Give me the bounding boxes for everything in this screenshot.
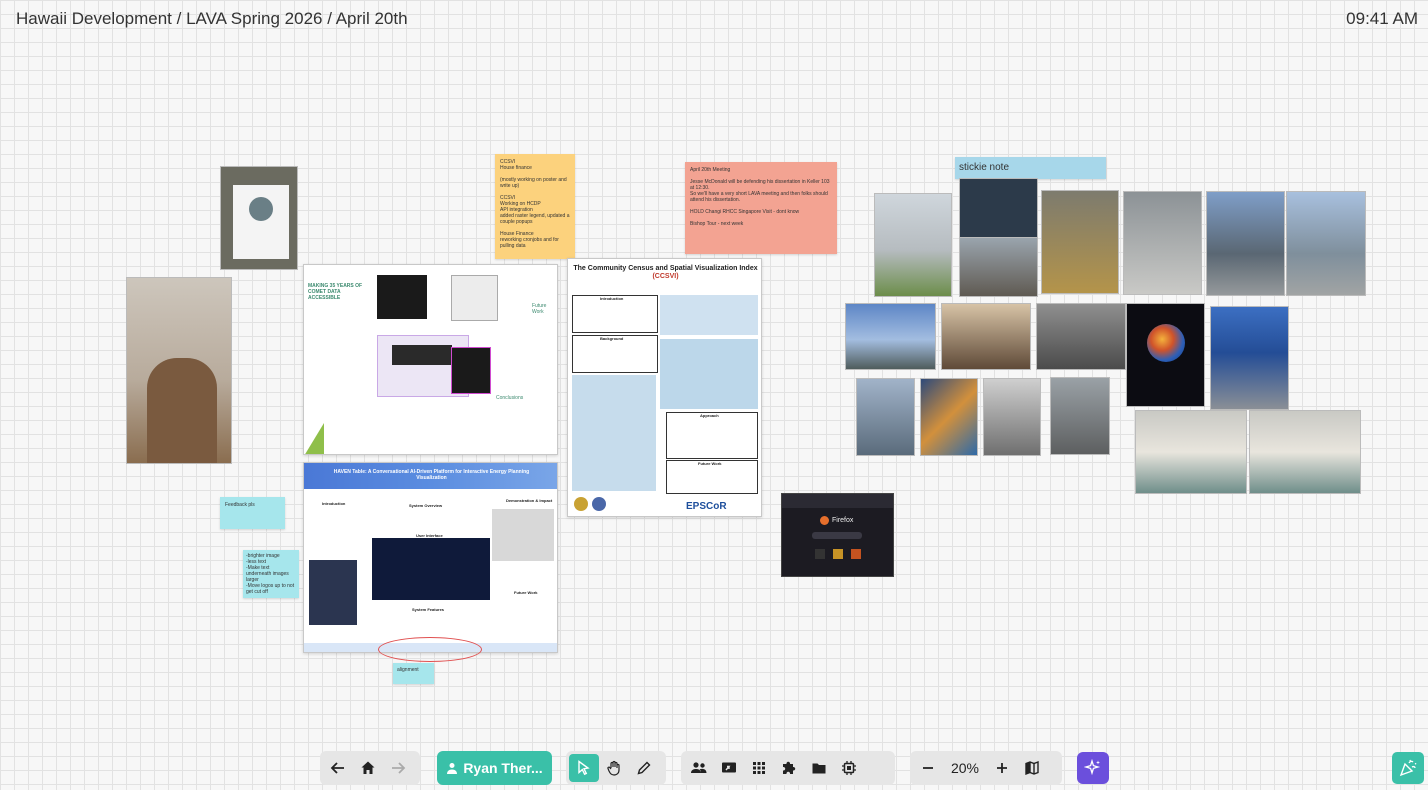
back-button[interactable] xyxy=(323,754,353,782)
apps-toolbar xyxy=(681,751,895,785)
minus-icon xyxy=(923,767,933,769)
sticky-note-alignment[interactable]: alignment xyxy=(393,663,434,684)
photo-table-display[interactable] xyxy=(1050,377,1110,455)
screen-share-icon xyxy=(722,762,736,773)
ai-assistant-button[interactable] xyxy=(1077,752,1109,784)
poster-haven-demonstration: Demonstration & Impact xyxy=(506,498,553,503)
arrow-left-icon xyxy=(330,762,344,774)
sparkle-icon xyxy=(1084,759,1101,776)
home-button[interactable] xyxy=(353,754,383,782)
clock: 09:41 AM xyxy=(1346,9,1418,28)
photo-wall-gesture[interactable] xyxy=(126,277,232,464)
poster-ccsvi-title-main: The Community Census and Spatial Visuali… xyxy=(573,265,758,272)
poster-haven-future-work: Future Work xyxy=(514,590,538,595)
photo-bus-stop-2[interactable] xyxy=(1249,410,1361,494)
photo-hallway[interactable] xyxy=(983,378,1041,456)
header-bar: Hawaii Development / LAVA Spring 2026 / … xyxy=(0,0,1428,38)
poster-ccsvi-approach: Approach xyxy=(700,413,719,418)
photo-campus-sky[interactable] xyxy=(845,303,936,370)
poster-ccsvi-title: The Community Census and Spatial Visuali… xyxy=(572,265,759,281)
zoom-in-button[interactable] xyxy=(987,754,1017,782)
cursor-icon xyxy=(578,760,590,776)
arrow-right-icon xyxy=(392,762,406,774)
grid-icon xyxy=(753,762,765,774)
photo-display-room[interactable] xyxy=(856,378,915,456)
poster-comet-data[interactable]: MAKING 35 YEARS OF COMET DATA ACCESSIBLE… xyxy=(303,264,558,455)
poster-haven-system-overview: System Overview xyxy=(409,503,443,508)
pencil-icon xyxy=(637,761,651,775)
photo-exhibit-hall[interactable] xyxy=(1036,303,1126,370)
poster-ccsvi-introduction: Introduction xyxy=(600,296,624,301)
photo-jar-specimen-2[interactable] xyxy=(1123,191,1202,295)
sticky-note-stickie[interactable]: stickie note xyxy=(955,157,1106,179)
poster-ccsvi-background: Background xyxy=(600,336,624,341)
photo-jar-specimen-1[interactable] xyxy=(1041,190,1119,294)
user-icon xyxy=(447,763,458,774)
poster-haven-title: HAVEN Table: A Conversational AI-Driven … xyxy=(333,469,530,481)
hand-icon xyxy=(607,760,620,776)
user-menu-button[interactable]: Ryan Ther... xyxy=(437,751,552,785)
puzzle-icon xyxy=(783,761,796,774)
zoom-level: 20% xyxy=(950,760,980,776)
select-tool-button[interactable] xyxy=(569,754,599,782)
annotation-logo-circle[interactable] xyxy=(378,637,482,662)
pen-tool-button[interactable] xyxy=(629,754,659,782)
poster-ccsvi-title-abbr: (CCSVI) xyxy=(652,273,679,280)
map-icon xyxy=(1025,760,1039,776)
sticky-note-meeting[interactable]: April 20th Meeting Jesse McDonald will b… xyxy=(685,162,837,254)
photo-modern-building-2[interactable] xyxy=(1286,191,1366,296)
party-popper-icon xyxy=(1399,759,1417,777)
minimap-button[interactable] xyxy=(1017,754,1047,782)
breadcrumb[interactable]: Hawaii Development / LAVA Spring 2026 / … xyxy=(16,9,408,29)
poster-ccsvi[interactable]: The Community Census and Spatial Visuali… xyxy=(567,258,762,517)
browser-window-firefox[interactable]: Firefox xyxy=(781,493,894,577)
photo-globe-display[interactable] xyxy=(1126,303,1205,407)
poster-haven-system-features: System Features xyxy=(412,607,445,612)
photo-office-space[interactable] xyxy=(959,237,1038,297)
tool-toolbar xyxy=(566,751,666,785)
celebrate-button[interactable] xyxy=(1392,752,1424,784)
compute-button[interactable] xyxy=(834,754,864,782)
home-icon xyxy=(361,761,375,774)
screen-share-button[interactable] xyxy=(714,754,744,782)
apps-button[interactable] xyxy=(744,754,774,782)
sticky-note-improvements[interactable]: -brighter image -less text -Make text un… xyxy=(243,550,299,598)
poster-ccsvi-future-work: Future Work xyxy=(698,461,722,466)
folder-icon xyxy=(812,763,826,774)
nav-toolbar xyxy=(320,751,420,785)
photo-bus-stop-1[interactable] xyxy=(1135,410,1247,494)
user-name: Ryan Ther... xyxy=(463,760,543,776)
pan-tool-button[interactable] xyxy=(599,754,629,782)
poster-comet-title: MAKING 35 YEARS OF COMET DATA ACCESSIBLE xyxy=(308,283,363,301)
photo-video-wall[interactable] xyxy=(1210,306,1289,410)
photo-lab-room[interactable] xyxy=(941,303,1031,370)
people-icon xyxy=(691,762,707,773)
photo-harbor-building[interactable] xyxy=(874,193,952,297)
photo-poster-holder[interactable] xyxy=(220,166,298,270)
poster-haven-introduction: Introduction xyxy=(322,501,346,506)
forward-button[interactable] xyxy=(383,754,413,782)
sticky-note-feedback[interactable]: Feedback pls xyxy=(220,497,285,529)
sticky-note-ccsvi-status[interactable]: CCSVI House finance (mostly working on p… xyxy=(495,154,575,259)
poster-comet-future-work: Future Work xyxy=(532,303,547,315)
poster-ccsvi-sponsor: EPSCoR xyxy=(686,501,727,512)
plugins-button[interactable] xyxy=(774,754,804,782)
participants-button[interactable] xyxy=(684,754,714,782)
photo-modern-building-1[interactable] xyxy=(1206,191,1285,296)
photo-mosaic-art[interactable] xyxy=(920,378,978,456)
browser-app-name: Firefox xyxy=(832,517,854,524)
photo-control-room[interactable] xyxy=(959,178,1038,238)
zoom-out-button[interactable] xyxy=(913,754,943,782)
files-button[interactable] xyxy=(804,754,834,782)
zoom-toolbar: 20% xyxy=(910,751,1062,785)
plus-icon xyxy=(997,763,1007,773)
chip-icon xyxy=(842,761,856,775)
poster-comet-conclusions: Conclusions xyxy=(496,395,524,401)
poster-haven-table[interactable]: HAVEN Table: A Conversational AI-Driven … xyxy=(303,462,558,653)
